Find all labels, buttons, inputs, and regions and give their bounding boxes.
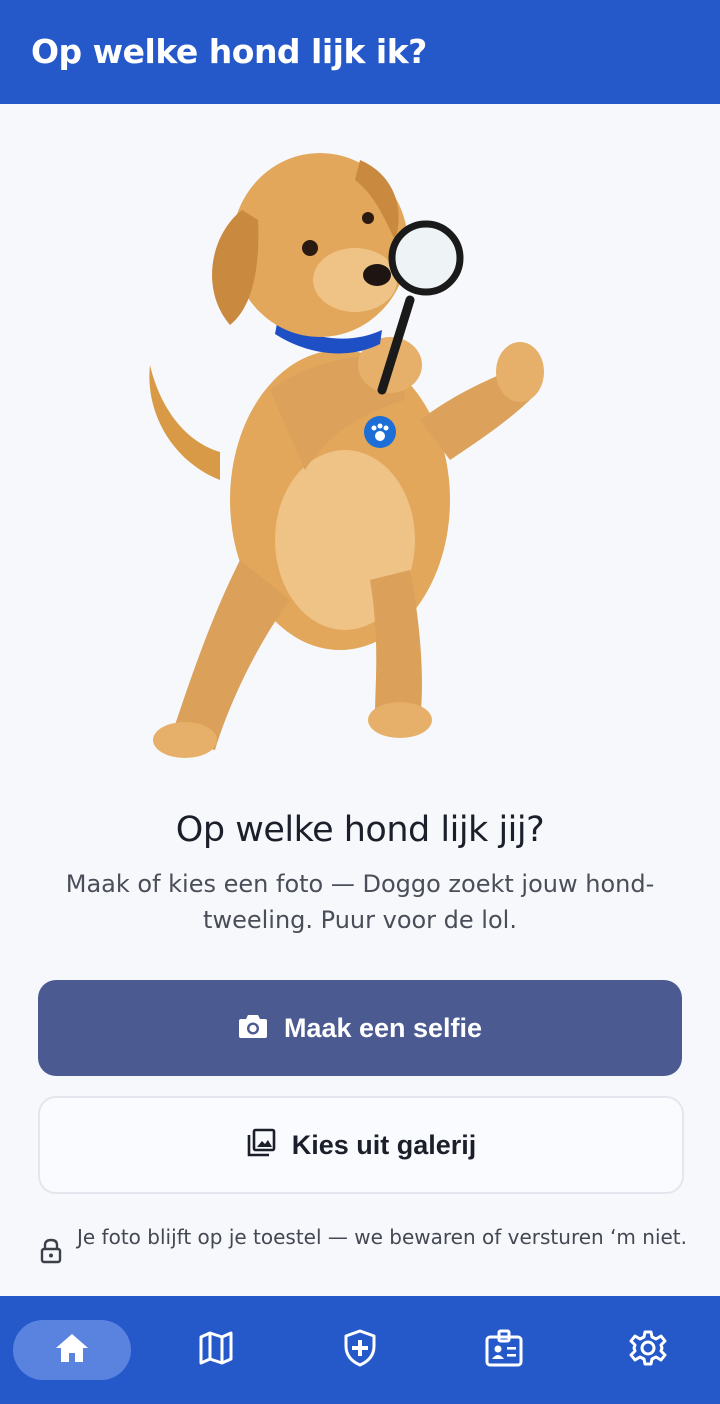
app-bar: Op welke hond lijk ik? bbox=[0, 0, 720, 104]
lock-icon bbox=[40, 1238, 62, 1268]
puppy-ear-left bbox=[212, 210, 259, 325]
puppy-tail bbox=[149, 365, 220, 480]
page-headline: Op welke hond lijk jij? bbox=[175, 810, 545, 850]
bottom-navigation bbox=[0, 1296, 720, 1404]
puppy-eye bbox=[302, 240, 318, 256]
app-title: Op welke hond lijk ik? bbox=[31, 32, 427, 71]
take-selfie-label: Maak een selfie bbox=[283, 1012, 483, 1043]
id-badge-icon bbox=[485, 1329, 523, 1371]
take-selfie-button[interactable]: Maak een selfie bbox=[38, 980, 682, 1076]
nav-item-id-card[interactable] bbox=[445, 1320, 563, 1380]
puppy-illustration bbox=[130, 140, 590, 770]
map-icon bbox=[198, 1331, 234, 1369]
choose-from-gallery-label: Kies uit galerij bbox=[291, 1129, 477, 1160]
nav-item-home[interactable] bbox=[13, 1320, 131, 1380]
nav-item-health[interactable] bbox=[301, 1320, 419, 1380]
privacy-note: Je foto blijft op je toestel — we beware… bbox=[38, 1222, 688, 1292]
puppy-nose bbox=[363, 264, 391, 286]
camera-icon bbox=[238, 1013, 268, 1043]
nav-item-map[interactable] bbox=[157, 1320, 275, 1380]
magnifier-lens bbox=[388, 220, 464, 296]
nav-item-settings[interactable] bbox=[589, 1320, 707, 1380]
puppy-left-leg bbox=[170, 560, 290, 750]
gallery-icon bbox=[246, 1128, 276, 1162]
shield-plus-icon bbox=[343, 1329, 377, 1371]
gear-icon bbox=[629, 1329, 667, 1371]
privacy-note-text: Je foto blijft op je toestel — we beware… bbox=[77, 1225, 687, 1249]
page-subtitle: Maak of kies een foto — Doggo zoekt jouw… bbox=[65, 870, 655, 934]
home-icon bbox=[54, 1332, 90, 1368]
choose-from-gallery-button[interactable]: Kies uit galerij bbox=[38, 1096, 684, 1194]
